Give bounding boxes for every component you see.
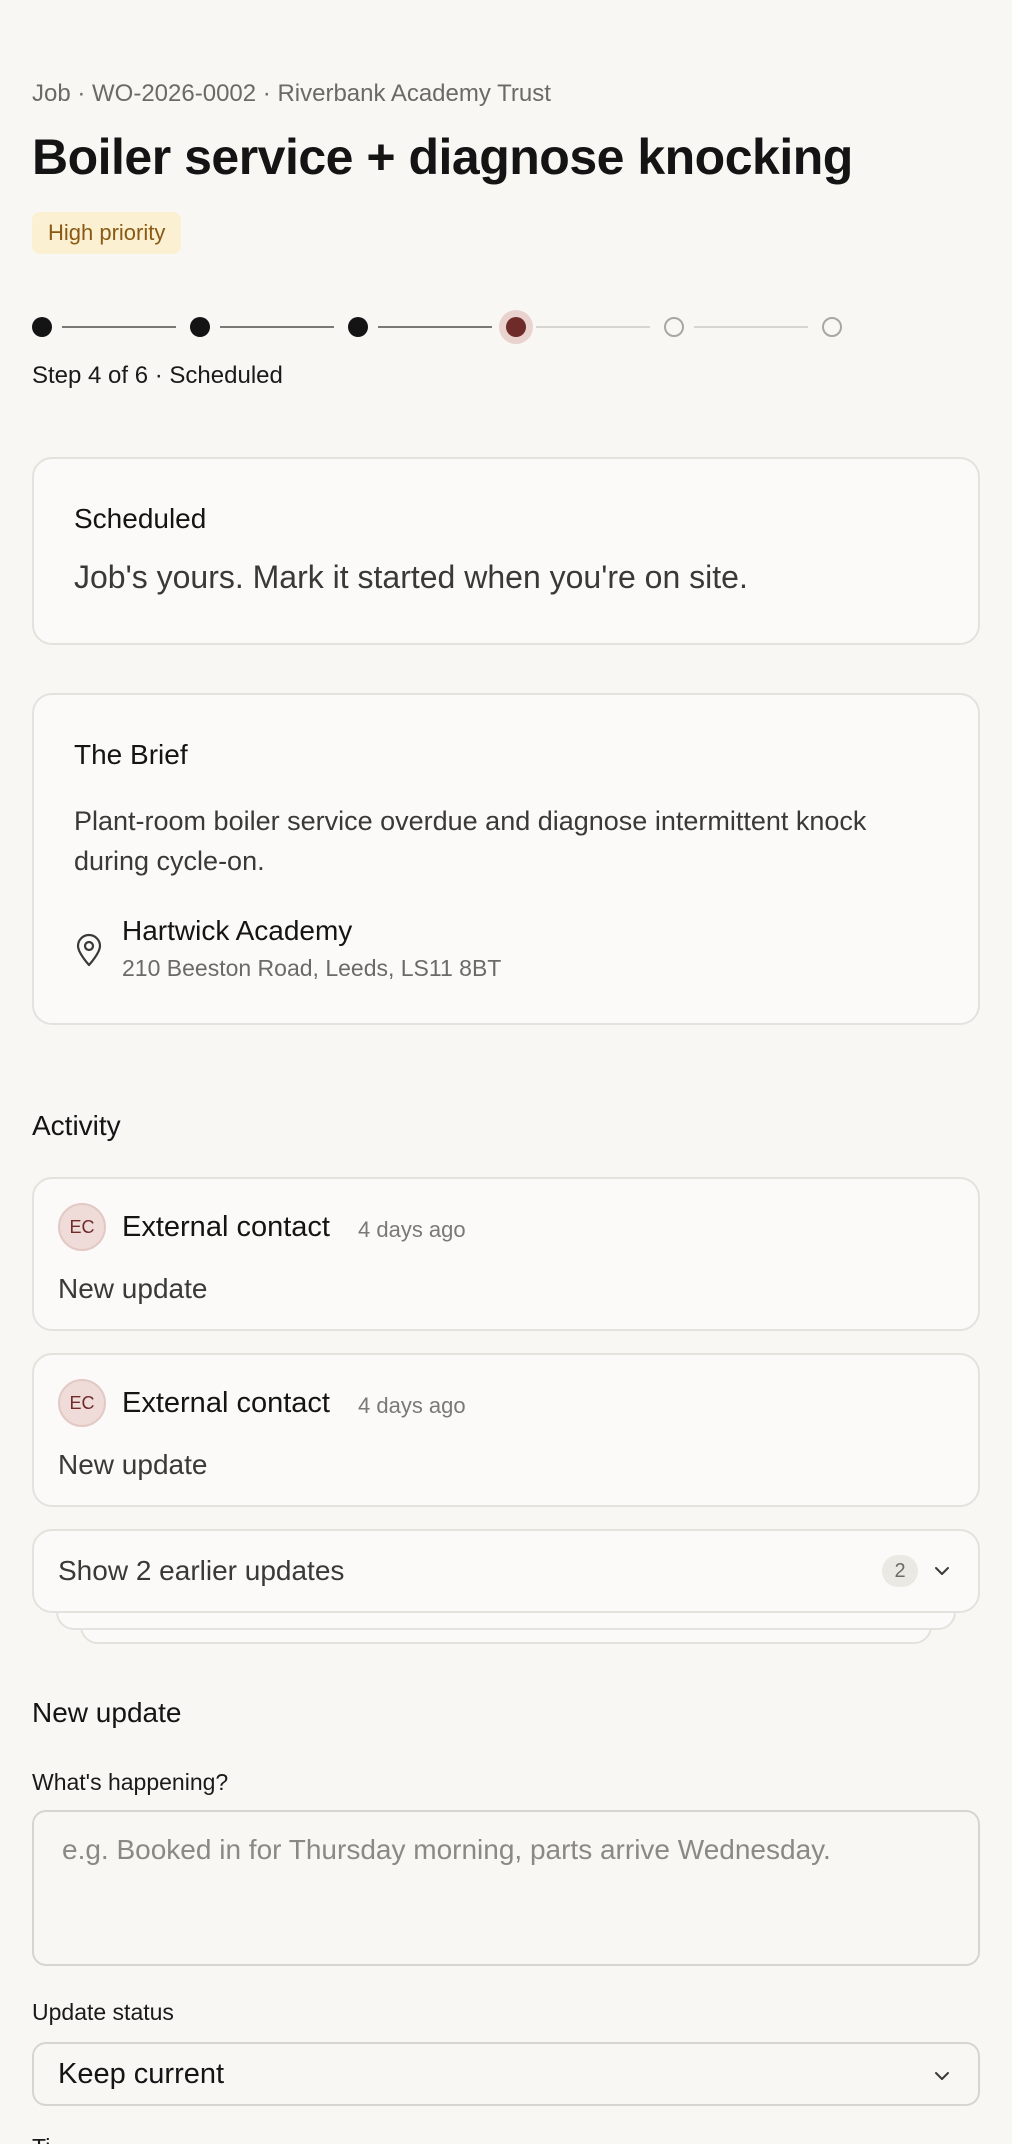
step-connector	[536, 326, 650, 328]
step-connector	[378, 326, 492, 328]
location-name: Hartwick Academy	[122, 915, 353, 946]
page-title: Boiler service + diagnose knocking	[32, 129, 853, 185]
chevron-down-icon	[935, 1567, 949, 1575]
step-5-pending	[664, 317, 684, 337]
priority-badge: High priority	[32, 212, 182, 254]
activity-time: 4 days ago	[358, 1217, 466, 1242]
activity-item: EC External contact 4 days ago New updat…	[32, 1177, 980, 1331]
update-status-label: Update status	[32, 1999, 174, 2025]
new-update-heading: New update	[32, 1697, 182, 1728]
progress-stepper	[32, 307, 852, 347]
activity-time: 4 days ago	[358, 1393, 466, 1418]
next-field-label: Ti	[32, 2134, 50, 2144]
activity-author: External contact	[122, 1387, 330, 1419]
show-earlier-label: Show 2 earlier updates	[58, 1555, 345, 1586]
step-connector	[62, 326, 176, 328]
step-4-current	[506, 317, 526, 337]
breadcrumb: Job · WO-2026-0002 · Riverbank Academy T…	[32, 80, 551, 107]
avatar: EC	[58, 1203, 106, 1251]
status-heading: Scheduled	[74, 503, 207, 534]
avatar: EC	[58, 1379, 106, 1427]
step-1-done	[32, 317, 52, 337]
step-2-done	[190, 317, 210, 337]
step-connector	[220, 326, 334, 328]
activity-body: New update	[58, 1449, 208, 1480]
happening-input[interactable]	[32, 1810, 980, 1966]
brief-heading: The Brief	[74, 739, 188, 770]
brief-text: Plant-room boiler service overdue and di…	[74, 806, 867, 876]
step-6-pending	[822, 317, 842, 337]
update-status-select[interactable]: Keep current	[32, 2042, 980, 2106]
activity-item: EC External contact 4 days ago New updat…	[32, 1353, 980, 1507]
step-3-done	[348, 317, 368, 337]
show-earlier-updates-button[interactable]: Show 2 earlier updates 2	[32, 1529, 980, 1613]
activity-author: External contact	[122, 1211, 330, 1243]
chevron-down-icon	[935, 2072, 949, 2080]
step-connector	[694, 326, 808, 328]
step-label: Step 4 of 6 · Scheduled	[32, 362, 283, 389]
activity-body: New update	[58, 1273, 208, 1304]
earlier-count-badge: 2	[882, 1555, 918, 1587]
happening-label: What's happening?	[32, 1769, 229, 1795]
status-message: Job's yours. Mark it started when you're…	[74, 559, 748, 595]
brief-card: The Brief Plant-room boiler service over…	[32, 693, 980, 1025]
location-address: 210 Beeston Road, Leeds, LS11 8BT	[122, 955, 502, 981]
update-status-value: Keep current	[58, 2058, 225, 2090]
activity-heading: Activity	[32, 1110, 121, 1141]
map-pin-icon	[76, 933, 102, 967]
status-card: Scheduled Job's yours. Mark it started w…	[32, 457, 980, 645]
